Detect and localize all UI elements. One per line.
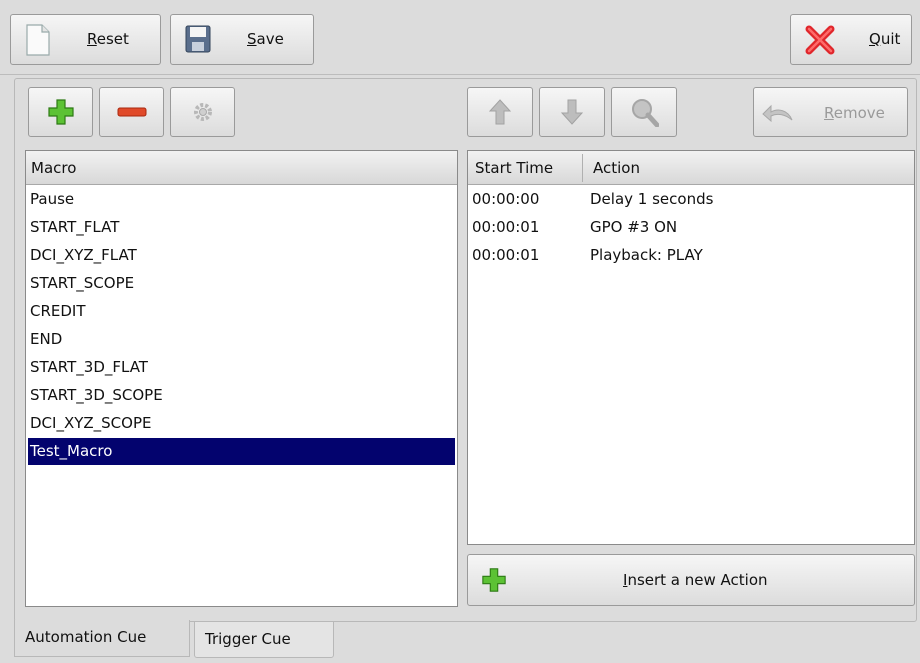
macro-list-item[interactable]: CREDIT: [28, 298, 455, 325]
arrow-down-icon: [561, 99, 583, 125]
undo-arrow-icon: [762, 104, 793, 123]
tab-trigger-cue-label: Trigger Cue: [205, 630, 291, 648]
action-table-row[interactable]: 00:00:01 GPO #3 ON: [470, 214, 912, 241]
magnifier-icon: [632, 99, 659, 127]
move-up-button[interactable]: [467, 87, 533, 137]
gear-icon: [193, 103, 212, 121]
save-label: Save: [247, 30, 284, 48]
action-cell: Playback: PLAY: [590, 246, 703, 264]
reset-button[interactable]: Reset: [10, 14, 161, 65]
toolbar-separator: [0, 74, 920, 75]
macro-list-header[interactable]: Macro: [26, 151, 457, 185]
quit-button[interactable]: Quit: [790, 14, 912, 65]
tab-automation-cue[interactable]: Automation Cue: [14, 620, 190, 657]
start-time-cell: 00:00:01: [472, 218, 540, 236]
remove-action-label: Remove: [824, 104, 885, 122]
quit-label: Quit: [869, 30, 901, 48]
save-button[interactable]: Save: [170, 14, 314, 65]
action-table-header[interactable]: Start Time Action: [468, 151, 914, 185]
remove-macro-button[interactable]: [99, 87, 164, 137]
close-x-icon: [805, 25, 835, 55]
macro-column-header: Macro: [31, 159, 77, 177]
action-cell: GPO #3 ON: [590, 218, 678, 236]
arrow-up-icon: [489, 99, 511, 125]
macro-list[interactable]: Macro Pause START_FLAT DCI_XYZ_FLAT START_S…: [25, 150, 458, 607]
add-macro-button[interactable]: [28, 87, 93, 137]
action-table-row[interactable]: 00:00:01 Playback: PLAY: [470, 242, 912, 269]
macro-list-item[interactable]: START_SCOPE: [28, 270, 455, 297]
insert-action-label: Insert a new Action: [623, 571, 768, 589]
remove-action-button[interactable]: Remove: [753, 87, 908, 137]
column-divider[interactable]: [582, 154, 583, 182]
reset-label: Reset: [87, 30, 129, 48]
find-button[interactable]: [611, 87, 677, 137]
macro-list-item[interactable]: DCI_XYZ_FLAT: [28, 242, 455, 269]
macro-list-item[interactable]: DCI_XYZ_SCOPE: [28, 410, 455, 437]
move-down-button[interactable]: [539, 87, 605, 137]
insert-action-button[interactable]: Insert a new Action: [467, 554, 915, 606]
action-table[interactable]: Start Time Action 00:00:00 Delay 1 second…: [467, 150, 915, 545]
macro-list-item[interactable]: Pause: [28, 186, 455, 213]
macro-list-item[interactable]: END: [28, 326, 455, 353]
macro-list-item[interactable]: Test_Macro: [28, 438, 455, 465]
action-column-header[interactable]: Action: [593, 159, 640, 177]
plus-icon: [482, 568, 506, 592]
plus-icon: [47, 99, 74, 125]
tab-trigger-cue[interactable]: Trigger Cue: [194, 621, 334, 658]
action-cell: Delay 1 seconds: [590, 190, 714, 208]
macro-list-item[interactable]: START_3D_FLAT: [28, 354, 455, 381]
start-time-cell: 00:00:01: [472, 246, 540, 264]
minus-icon: [117, 107, 146, 117]
action-table-row[interactable]: 00:00:00 Delay 1 seconds: [470, 186, 912, 213]
start-time-column-header[interactable]: Start Time: [475, 159, 553, 177]
new-document-icon: [26, 24, 50, 56]
tab-automation-cue-label: Automation Cue: [25, 628, 147, 646]
start-time-cell: 00:00:00: [472, 190, 540, 208]
macro-list-item[interactable]: START_3D_SCOPE: [28, 382, 455, 409]
floppy-disk-icon: [185, 25, 211, 53]
configure-macro-button[interactable]: [170, 87, 235, 137]
macro-list-item[interactable]: START_FLAT: [28, 214, 455, 241]
